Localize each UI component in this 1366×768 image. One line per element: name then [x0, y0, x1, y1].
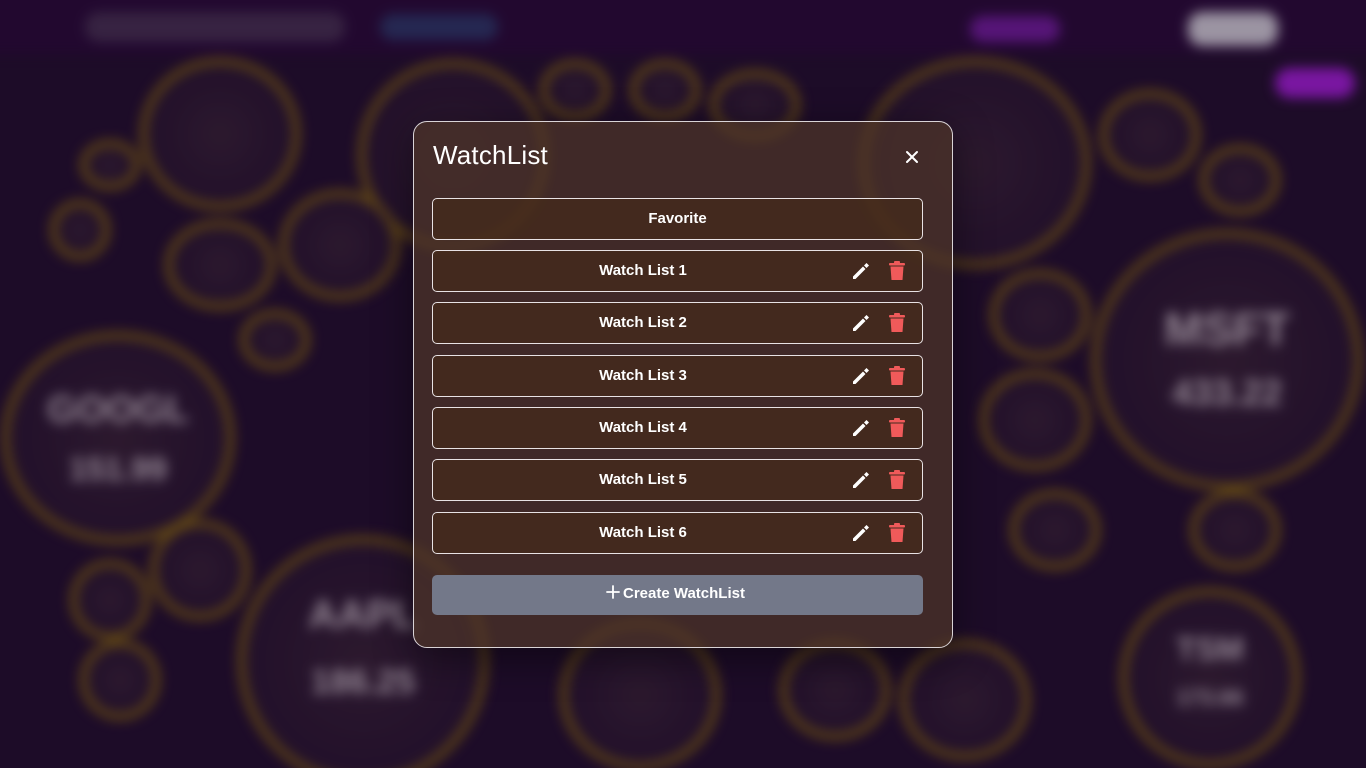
- pencil-icon[interactable]: [851, 418, 871, 438]
- plus-icon: [606, 585, 620, 599]
- watchlist-item[interactable]: Watch List 1: [432, 250, 923, 292]
- watchlist-item[interactable]: Watch List 6: [432, 512, 923, 554]
- watchlist-item-label: Watch List 2: [599, 314, 687, 331]
- watchlist-item-label: Watch List 6: [599, 524, 687, 541]
- pencil-icon[interactable]: [851, 366, 871, 386]
- modal-title: WatchList: [433, 140, 548, 170]
- trash-icon[interactable]: [888, 523, 906, 543]
- watchlist-item-label: Watch List 5: [599, 471, 687, 488]
- pencil-icon[interactable]: [851, 470, 871, 490]
- watchlist-item-favorite[interactable]: Favorite: [432, 198, 923, 240]
- trash-icon[interactable]: [888, 313, 906, 333]
- watchlist-item-label: Favorite: [648, 210, 707, 227]
- watchlist-item[interactable]: Watch List 3: [432, 355, 923, 397]
- watchlist-modal: WatchList Favorite Watch List 1 Watch Li…: [413, 121, 953, 648]
- trash-icon[interactable]: [888, 261, 906, 281]
- watchlist-item[interactable]: Watch List 5: [432, 459, 923, 501]
- watchlist-item[interactable]: Watch List 4: [432, 407, 923, 449]
- watchlist-item-label: Watch List 4: [599, 419, 687, 436]
- pencil-icon[interactable]: [851, 313, 871, 333]
- watchlist-item[interactable]: Watch List 2: [432, 302, 923, 344]
- trash-icon[interactable]: [888, 366, 906, 386]
- create-watchlist-label: Create WatchList: [623, 585, 745, 602]
- watchlist-item-label: Watch List 1: [599, 262, 687, 279]
- pencil-icon[interactable]: [851, 523, 871, 543]
- create-watchlist-button[interactable]: Create WatchList: [432, 575, 923, 615]
- trash-icon[interactable]: [888, 418, 906, 438]
- trash-icon[interactable]: [888, 470, 906, 490]
- watchlist-item-label: Watch List 3: [599, 367, 687, 384]
- close-icon[interactable]: [901, 146, 923, 168]
- pencil-icon[interactable]: [851, 261, 871, 281]
